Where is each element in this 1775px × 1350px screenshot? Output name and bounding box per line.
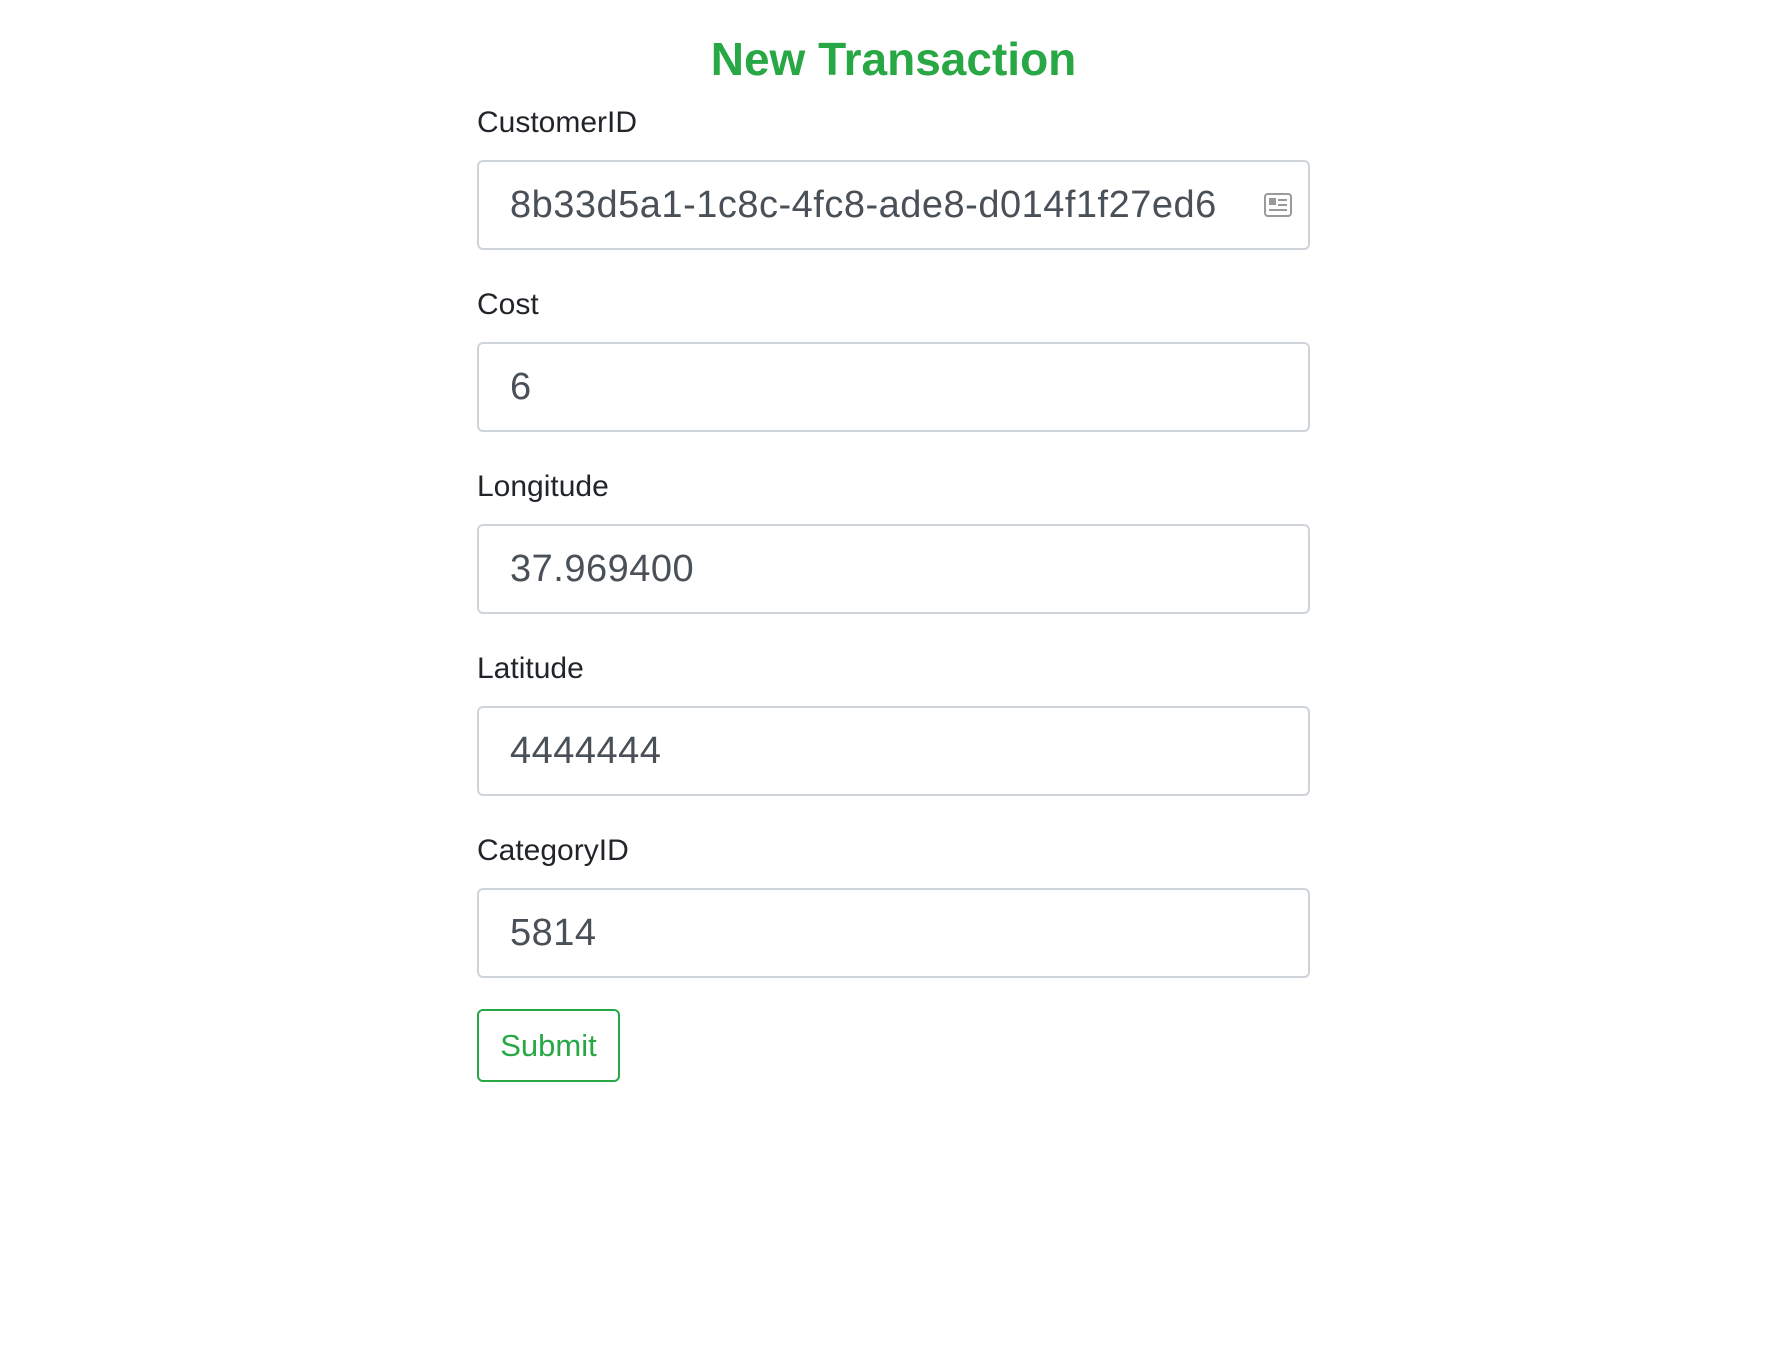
latitude-box	[477, 706, 1310, 796]
cost-box	[477, 342, 1310, 432]
customer-id-group: CustomerID	[477, 105, 1310, 250]
category-id-label: CategoryID	[477, 834, 629, 867]
category-id-input[interactable]	[479, 890, 1308, 976]
customer-id-box	[477, 160, 1310, 250]
category-id-box	[477, 888, 1310, 978]
contact-card-icon[interactable]	[1264, 193, 1292, 217]
longitude-label: Longitude	[477, 470, 609, 503]
latitude-label: Latitude	[477, 652, 584, 685]
longitude-input[interactable]	[479, 526, 1308, 612]
longitude-group: Longitude	[477, 469, 1310, 614]
cost-input[interactable]	[479, 344, 1308, 430]
customer-id-input[interactable]	[479, 162, 1308, 248]
cost-group: Cost	[477, 287, 1310, 432]
transaction-form: New Transaction CustomerID Cost Longitud…	[477, 0, 1310, 1082]
latitude-input[interactable]	[479, 708, 1308, 794]
page-title: New Transaction	[710, 33, 1077, 85]
customer-id-label: CustomerID	[477, 106, 638, 139]
category-id-group: CategoryID	[477, 833, 1310, 978]
submit-button[interactable]: Submit	[477, 1009, 620, 1082]
cost-label: Cost	[477, 288, 539, 321]
longitude-box	[477, 524, 1310, 614]
latitude-group: Latitude	[477, 651, 1310, 796]
